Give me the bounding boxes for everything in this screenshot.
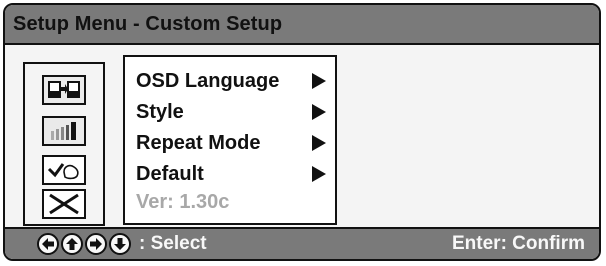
- level-bars-icon[interactable]: [42, 116, 86, 146]
- setup-menu-window: Setup Menu - Custom Setup OSD Language S…: [3, 3, 601, 261]
- arrow-key-hints: [37, 233, 131, 255]
- select-hint: : Select: [139, 233, 207, 254]
- custom-setup-icon[interactable]: [42, 155, 86, 185]
- firmware-version: Ver: 1.30c: [136, 191, 230, 213]
- submenu-arrow-icon: [312, 135, 326, 151]
- down-arrow-icon: [109, 233, 131, 255]
- submenu-arrow-icon: [312, 73, 326, 89]
- menu-item-default[interactable]: Default: [136, 163, 204, 186]
- confirm-hint: Enter: Confirm: [452, 233, 585, 254]
- submenu-arrow-icon: [312, 104, 326, 120]
- menu-item-repeat-mode[interactable]: Repeat Mode: [136, 132, 260, 155]
- menu-item-osd-language[interactable]: OSD Language: [136, 70, 279, 93]
- window-title: Setup Menu - Custom Setup: [13, 13, 283, 35]
- close-icon[interactable]: [42, 189, 86, 219]
- up-arrow-icon: [61, 233, 83, 255]
- title-bar: Setup Menu - Custom Setup: [5, 5, 599, 45]
- right-arrow-icon: [85, 233, 107, 255]
- menu-item-style[interactable]: Style: [136, 101, 184, 124]
- status-bar: : Select Enter: Confirm: [5, 227, 599, 259]
- left-arrow-icon: [37, 233, 59, 255]
- submenu-arrow-icon: [312, 166, 326, 182]
- category-icon-panel: [23, 62, 105, 226]
- input-output-icon[interactable]: [42, 75, 86, 105]
- menu-panel: OSD Language Style Repeat Mode Default V…: [123, 55, 337, 225]
